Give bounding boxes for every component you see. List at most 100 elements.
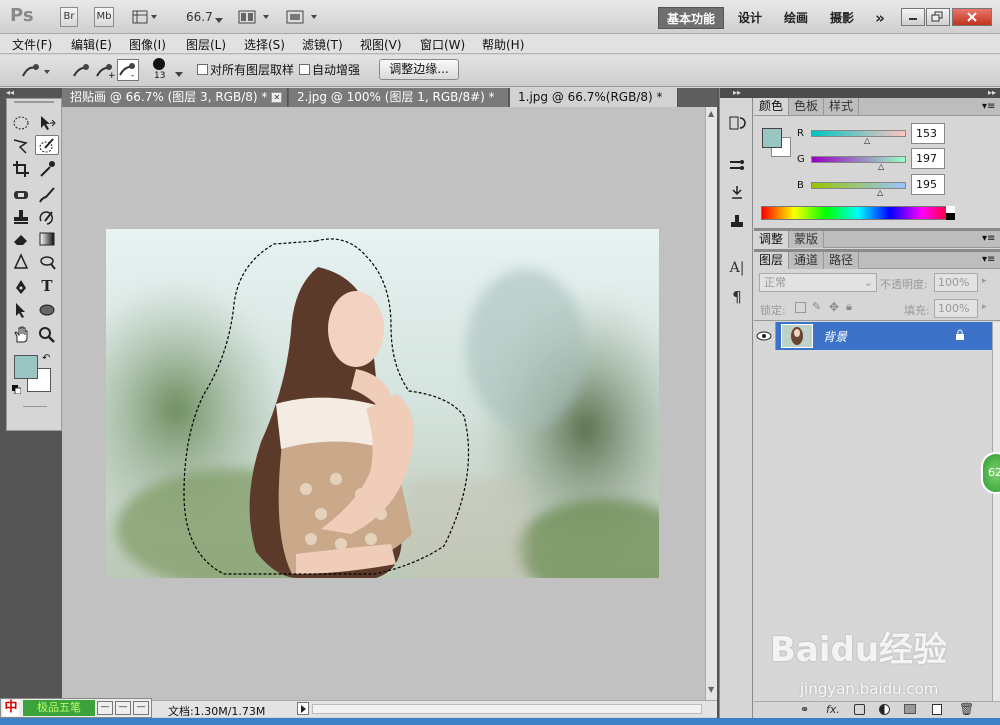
close-window-button[interactable]: [952, 8, 992, 26]
restore-button[interactable]: [926, 8, 950, 26]
ime-name[interactable]: 极品五笔: [23, 700, 95, 716]
fill-arrow-icon[interactable]: ▸: [982, 302, 987, 312]
lasso-tool-icon[interactable]: [9, 136, 33, 156]
foreground-color-swatch[interactable]: [14, 355, 38, 379]
menu-filter[interactable]: 滤镜(T): [302, 36, 343, 53]
panel-menu-icon[interactable]: ▾≡: [982, 233, 995, 244]
clone-stamp-tool-icon[interactable]: [9, 207, 33, 227]
eraser-tool-icon[interactable]: [9, 229, 33, 249]
gradient-tool-icon[interactable]: [35, 229, 59, 249]
menu-image[interactable]: 图像(I): [129, 36, 166, 53]
blue-value[interactable]: 195: [911, 174, 945, 195]
workspace-design[interactable]: 设计: [730, 7, 770, 29]
tab-poster[interactable]: 招贴画 @ 66.7% (图层 3, RGB/8) * ✕: [62, 88, 288, 107]
path-selection-tool-icon[interactable]: [9, 300, 33, 320]
layer-name[interactable]: 背景: [823, 328, 847, 345]
document-image[interactable]: [106, 229, 659, 578]
minimize-button[interactable]: [901, 8, 925, 26]
new-group-icon[interactable]: [904, 704, 916, 714]
new-layer-icon[interactable]: [932, 704, 942, 715]
clone-source-icon[interactable]: [720, 184, 754, 206]
opacity-arrow-icon[interactable]: ▸: [982, 276, 987, 286]
tab-color[interactable]: 颜色: [754, 98, 790, 115]
quick-selection-tool-icon[interactable]: [35, 135, 59, 155]
marquee-tool-icon[interactable]: [9, 113, 33, 133]
workspace-painting[interactable]: 绘画: [776, 7, 816, 29]
menu-edit[interactable]: 编辑(E): [71, 36, 112, 53]
chevron-down-icon[interactable]: [215, 13, 223, 27]
ime-halfwidth-button[interactable]: —: [97, 701, 113, 715]
blue-slider-thumb-icon[interactable]: △: [877, 188, 883, 197]
brush-size-dot-icon[interactable]: [153, 58, 165, 70]
default-colors-icon[interactable]: [12, 383, 22, 395]
mini-bridge-button[interactable]: Mb: [94, 7, 114, 27]
menu-layer[interactable]: 图层(L): [186, 36, 226, 53]
red-slider-thumb-icon[interactable]: △: [864, 136, 870, 145]
collapse-toolbox-icon[interactable]: ◂◂: [6, 89, 56, 97]
view-extras-button[interactable]: [132, 10, 158, 24]
tab-2jpg[interactable]: 2.jpg @ 100% (图层 1, RGB/8#) *✕: [289, 88, 509, 122]
color-fg-swatch[interactable]: [762, 128, 782, 148]
subtract-from-selection-button[interactable]: -: [117, 59, 139, 81]
red-value[interactable]: 153: [911, 123, 945, 144]
brush-presets-icon[interactable]: [720, 156, 754, 178]
screen-mode-button[interactable]: [286, 10, 320, 24]
history-brush-tool-icon[interactable]: [35, 207, 59, 227]
tab-masks[interactable]: 蒙版: [789, 231, 825, 248]
tab-1jpg[interactable]: 1.jpg @ 66.7%(RGB/8) *✕: [510, 88, 678, 122]
visibility-cell[interactable]: [754, 322, 776, 350]
lock-position-icon[interactable]: ✥: [829, 300, 839, 314]
green-value[interactable]: 197: [911, 148, 945, 169]
layers-scrollbar[interactable]: [992, 322, 1000, 701]
menu-help[interactable]: 帮助(H): [482, 36, 524, 53]
crop-tool-icon[interactable]: [9, 159, 33, 179]
collapse-panels-icon[interactable]: ▸▸: [754, 88, 1000, 98]
blur-tool-icon[interactable]: [9, 252, 33, 272]
bridge-button[interactable]: Br: [60, 7, 78, 27]
delete-layer-icon[interactable]: 🗑︎: [959, 702, 974, 716]
blend-mode-select[interactable]: 正常 ⌄: [759, 273, 877, 292]
add-to-selection-button[interactable]: +: [95, 60, 116, 82]
auto-enhance-checkbox[interactable]: [299, 64, 310, 75]
dodge-tool-icon[interactable]: [35, 252, 59, 272]
horizontal-scrollbar[interactable]: [312, 704, 702, 714]
floating-badge[interactable]: 62: [981, 452, 1000, 494]
panel-menu-icon[interactable]: ▾≡: [982, 101, 995, 112]
add-mask-icon[interactable]: [854, 704, 865, 715]
tab-channels[interactable]: 通道: [789, 252, 825, 269]
type-tool-icon[interactable]: T: [35, 277, 59, 297]
menu-window[interactable]: 窗口(W): [420, 36, 465, 53]
layer-style-icon[interactable]: fx.: [826, 703, 840, 716]
blue-slider[interactable]: [811, 182, 906, 189]
link-layers-icon[interactable]: ⚭: [800, 703, 809, 716]
new-selection-button[interactable]: [72, 60, 92, 82]
menu-view[interactable]: 视图(V): [360, 36, 402, 53]
menu-select[interactable]: 选择(S): [244, 36, 285, 53]
tab-adjustments[interactable]: 调整: [754, 231, 790, 248]
expand-panels-icon[interactable]: ▸▸: [720, 88, 754, 98]
spot-healing-tool-icon[interactable]: [9, 185, 33, 205]
color-spectrum-bar[interactable]: [761, 206, 955, 220]
scroll-up-icon[interactable]: ▲: [708, 109, 714, 118]
sample-all-layers-checkbox[interactable]: [197, 64, 208, 75]
tab-layers[interactable]: 图层: [754, 252, 790, 269]
fill-input[interactable]: 100%: [934, 299, 978, 318]
zoom-level[interactable]: 66.7: [186, 10, 213, 24]
black-white-ramp[interactable]: [946, 206, 955, 220]
swap-colors-icon[interactable]: ↶: [42, 353, 50, 364]
tab-swatches[interactable]: 色板: [789, 98, 825, 115]
green-slider[interactable]: [811, 156, 906, 163]
hand-tool-icon[interactable]: [9, 325, 33, 345]
status-menu-button[interactable]: [297, 702, 309, 715]
close-tab-icon[interactable]: ✕: [271, 92, 283, 103]
eyedropper-tool-icon[interactable]: [35, 159, 59, 179]
history-panel-icon[interactable]: [720, 114, 754, 136]
layer-row-background[interactable]: 背景: [754, 322, 995, 350]
new-adjustment-icon[interactable]: [879, 704, 890, 715]
green-slider-thumb-icon[interactable]: △: [878, 162, 884, 171]
ime-logo-icon[interactable]: 中: [3, 700, 19, 716]
lock-transparent-icon[interactable]: [795, 302, 806, 313]
paragraph-panel-icon[interactable]: ¶: [720, 288, 754, 306]
refine-edge-button[interactable]: 调整边缘...: [379, 59, 459, 80]
ellipse-shape-tool-icon[interactable]: [35, 300, 59, 320]
